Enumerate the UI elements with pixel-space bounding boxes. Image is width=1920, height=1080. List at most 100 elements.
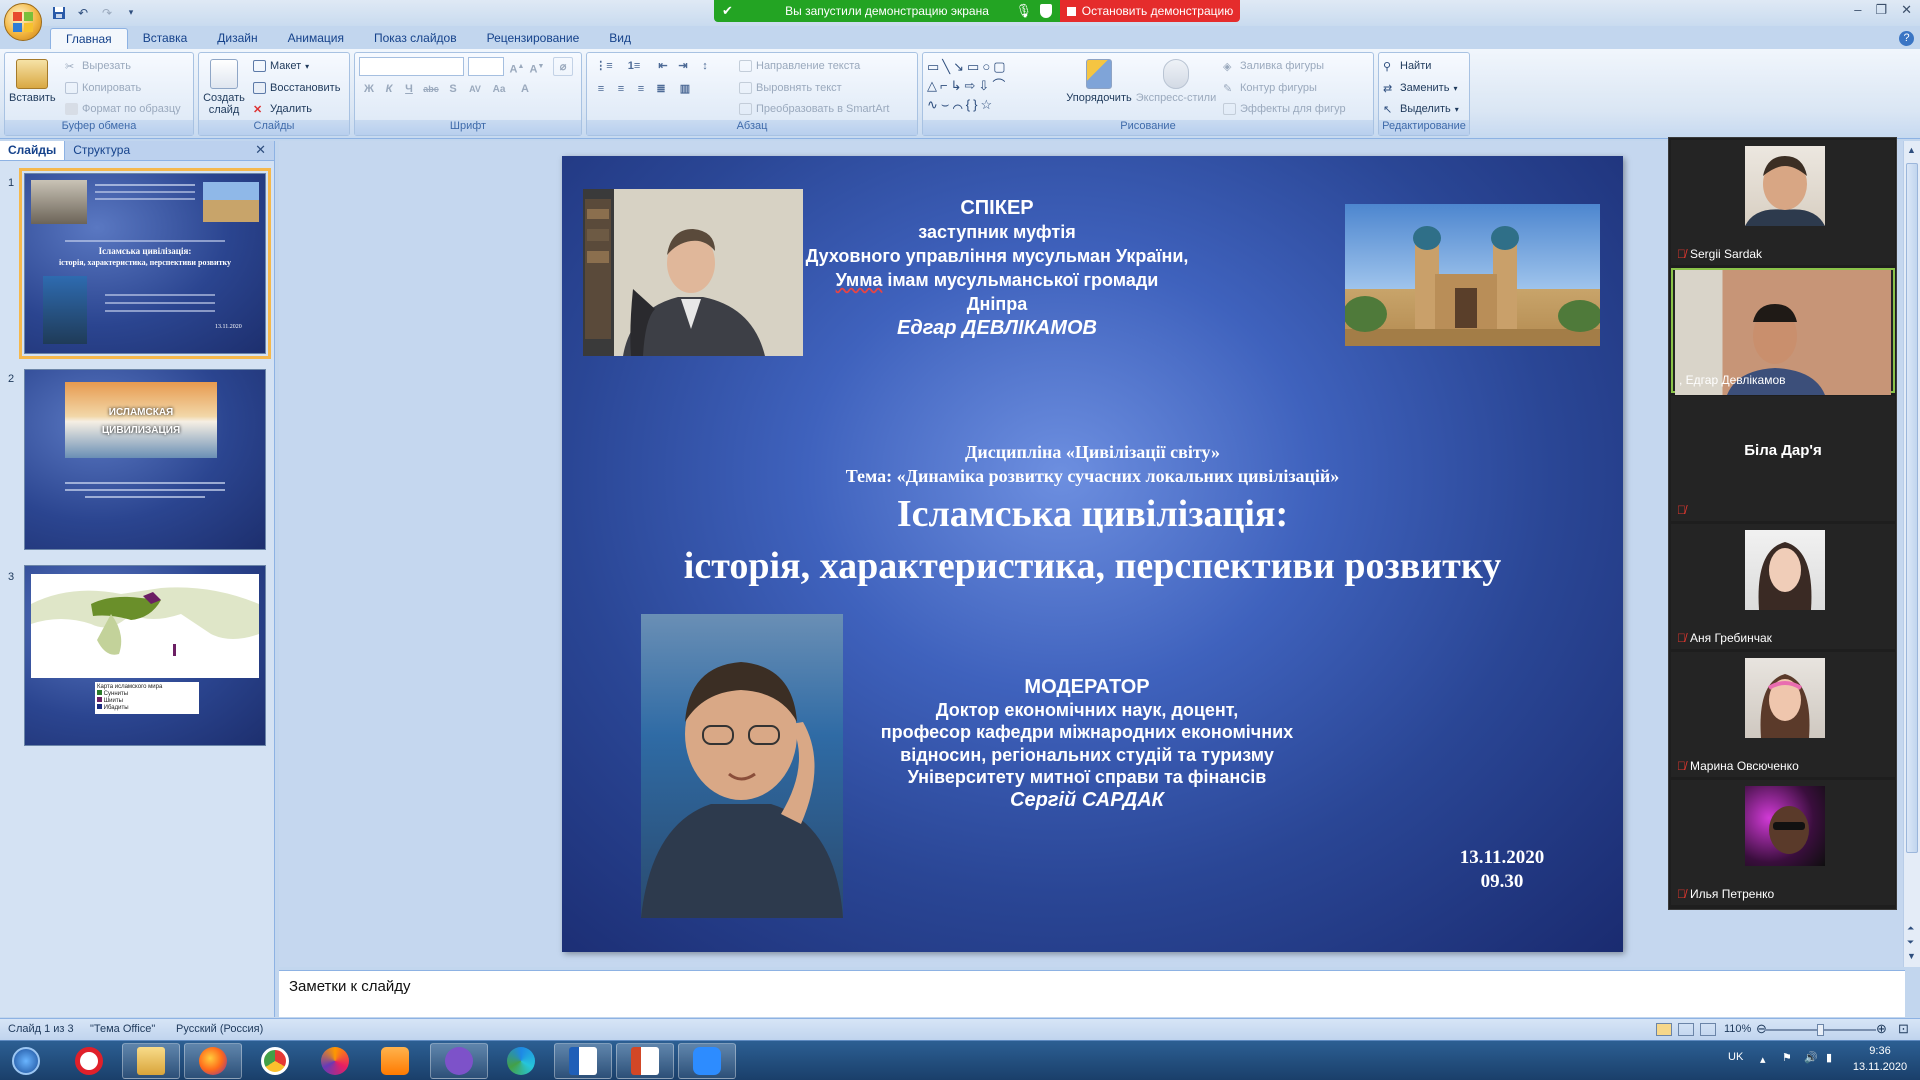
- tab-slideshow[interactable]: Показ слайдов: [359, 28, 472, 50]
- delete-slide-button[interactable]: ✕ Удалить: [253, 103, 312, 116]
- taskbar-powerpoint[interactable]: [616, 1043, 674, 1079]
- tray-expand-icon[interactable]: ▴: [1760, 1053, 1766, 1066]
- grow-font-icon[interactable]: A▲: [507, 57, 527, 76]
- participant-tile-active[interactable]: , Едгар Девлікамов: [1671, 268, 1895, 395]
- tab-insert[interactable]: Вставка: [128, 28, 203, 50]
- zoom-level[interactable]: 110%: [1724, 1023, 1751, 1035]
- rounded-rect-icon[interactable]: ▢: [993, 59, 1008, 74]
- taskbar-firefox[interactable]: [184, 1043, 242, 1079]
- taskbar-chrome[interactable]: [246, 1043, 304, 1079]
- shape-effects-button[interactable]: Эффекты для фигур: [1223, 103, 1346, 115]
- font-size-select[interactable]: [468, 57, 504, 76]
- decrease-indent-icon[interactable]: ⇤: [653, 57, 673, 76]
- bullets-icon[interactable]: ⋮≡: [591, 57, 617, 76]
- shapes-gallery[interactable]: ▭╲↘▭○▢ △⌐↳⇨⇩⌒ ∿⌣⌒{}☆: [927, 57, 1053, 117]
- current-slide[interactable]: СПІКЕР заступник муфтія Духовного управл…: [562, 156, 1623, 952]
- tab-view[interactable]: Вид: [594, 28, 646, 50]
- brace-left-icon[interactable]: {: [966, 97, 973, 112]
- arrow-line-icon[interactable]: ↘: [953, 59, 967, 74]
- copy-button[interactable]: Копировать: [65, 82, 141, 94]
- align-left-icon[interactable]: ≡: [591, 80, 611, 99]
- office-button[interactable]: [4, 3, 42, 41]
- change-case-icon[interactable]: Aa: [489, 80, 509, 99]
- shape-outline-button[interactable]: ✎ Контур фигуры: [1223, 82, 1317, 95]
- textbox-icon[interactable]: ▭: [927, 59, 942, 74]
- bold-icon[interactable]: Ж: [359, 80, 379, 99]
- scrollbar-thumb[interactable]: [1906, 163, 1918, 853]
- zoom-in-icon[interactable]: ⊕: [1876, 1021, 1887, 1037]
- smartart-button[interactable]: Преобразовать в SmartArt: [739, 103, 889, 115]
- line-spacing-icon[interactable]: ↕: [695, 57, 715, 76]
- taskbar-opera[interactable]: [60, 1043, 118, 1079]
- tab-animation[interactable]: Анимация: [273, 28, 359, 50]
- shrink-font-icon[interactable]: A▼: [527, 57, 547, 76]
- paste-button[interactable]: Вставить: [9, 59, 56, 104]
- slide-thumbnail-3[interactable]: Карта исламского мира Сунниты Шииты Ибад…: [24, 565, 266, 746]
- font-family-select[interactable]: [359, 57, 464, 76]
- select-button[interactable]: ↖ Выделить ▾: [1383, 103, 1459, 116]
- tab-review[interactable]: Рецензирование: [472, 28, 595, 50]
- participant-tile[interactable]: Біла Дар'я 🎙̸: [1671, 396, 1895, 521]
- prev-slide-icon[interactable]: ⏶: [1907, 923, 1914, 934]
- numbering-icon[interactable]: 1≡: [621, 57, 647, 76]
- star-icon[interactable]: ☆: [980, 97, 995, 112]
- zoom-slider[interactable]: [1764, 1024, 1876, 1036]
- start-button[interactable]: [0, 1043, 52, 1079]
- taskbar-app[interactable]: [306, 1043, 364, 1079]
- tray-language[interactable]: UK: [1728, 1051, 1743, 1063]
- shape-fill-button[interactable]: ◈ Заливка фигуры: [1223, 60, 1324, 73]
- slide-sorter-icon[interactable]: [1678, 1023, 1694, 1036]
- normal-view-icon[interactable]: [1656, 1023, 1672, 1036]
- scroll-up-icon[interactable]: ▲: [1907, 145, 1916, 155]
- find-button[interactable]: ⚲ Найти: [1383, 60, 1431, 73]
- tray-volume-icon[interactable]: 🔊: [1804, 1051, 1818, 1064]
- underline-icon[interactable]: Ч: [399, 80, 419, 99]
- font-color-icon[interactable]: A: [515, 80, 535, 99]
- strikethrough-icon[interactable]: abc: [421, 80, 441, 99]
- bent-arrow-icon[interactable]: ↳: [951, 78, 965, 93]
- down-arrow-icon[interactable]: ⇩: [978, 78, 992, 93]
- taskbar-edge[interactable]: [492, 1043, 550, 1079]
- right-arrow-icon[interactable]: ⇨: [965, 78, 979, 93]
- spacing-icon[interactable]: AV: [465, 80, 485, 99]
- columns-icon[interactable]: ▥: [675, 80, 695, 99]
- tray-flag-icon[interactable]: ⚑: [1782, 1051, 1792, 1064]
- slideshow-view-icon[interactable]: [1700, 1023, 1716, 1036]
- arc-icon[interactable]: ⌒: [952, 97, 965, 112]
- notes-pane[interactable]: Заметки к слайду: [279, 970, 1905, 1017]
- tray-network-icon[interactable]: ▮: [1826, 1051, 1832, 1064]
- taskbar-media[interactable]: [366, 1043, 424, 1079]
- mic-icon[interactable]: 🎙: [1015, 3, 1032, 19]
- slide-thumbnail-1[interactable]: Ісламська цивілізація: історія, характер…: [19, 168, 271, 359]
- shadow-icon[interactable]: S: [443, 80, 463, 99]
- align-right-icon[interactable]: ≡: [631, 80, 651, 99]
- tab-slides[interactable]: Слайды: [0, 141, 66, 160]
- vertical-scrollbar[interactable]: ▲ ⏶ ⏷ ▼: [1903, 141, 1920, 967]
- close-icon[interactable]: ✕: [1901, 2, 1912, 18]
- cut-button[interactable]: ✂ Вырезать: [65, 60, 131, 73]
- status-language[interactable]: Русский (Россия): [176, 1023, 263, 1035]
- participant-tile[interactable]: 🎙̸ Илья Петренко: [1671, 780, 1895, 905]
- minimize-icon[interactable]: –: [1854, 2, 1861, 18]
- format-painter-button[interactable]: Формат по образцу: [65, 103, 181, 115]
- redo-icon[interactable]: ↷: [98, 4, 116, 21]
- quick-styles-button[interactable]: Экспресс-стили: [1135, 59, 1217, 104]
- tab-home[interactable]: Главная: [50, 28, 128, 50]
- arrange-button[interactable]: Упорядочить: [1063, 59, 1135, 104]
- fit-slide-icon[interactable]: ⊡: [1898, 1021, 1909, 1037]
- taskbar-viber[interactable]: [430, 1043, 488, 1079]
- italic-icon[interactable]: К: [379, 80, 399, 99]
- close-pane-icon[interactable]: ✕: [255, 142, 266, 158]
- taskbar-zoom[interactable]: [678, 1043, 736, 1079]
- zoom-slider-knob[interactable]: [1817, 1024, 1824, 1036]
- elbow-icon[interactable]: ⌐: [940, 78, 951, 93]
- triangle-icon[interactable]: △: [927, 78, 940, 93]
- clear-format-icon[interactable]: ⌀: [553, 57, 573, 76]
- tray-date[interactable]: 13.11.2020: [1840, 1061, 1920, 1073]
- line-icon[interactable]: ╲: [942, 59, 953, 74]
- increase-indent-icon[interactable]: ⇥: [673, 57, 693, 76]
- align-text-button[interactable]: Выровнять текст: [739, 82, 842, 94]
- tab-design[interactable]: Дизайн: [202, 28, 272, 50]
- taskbar-word[interactable]: [554, 1043, 612, 1079]
- freeform-icon[interactable]: ⌒: [992, 78, 1008, 93]
